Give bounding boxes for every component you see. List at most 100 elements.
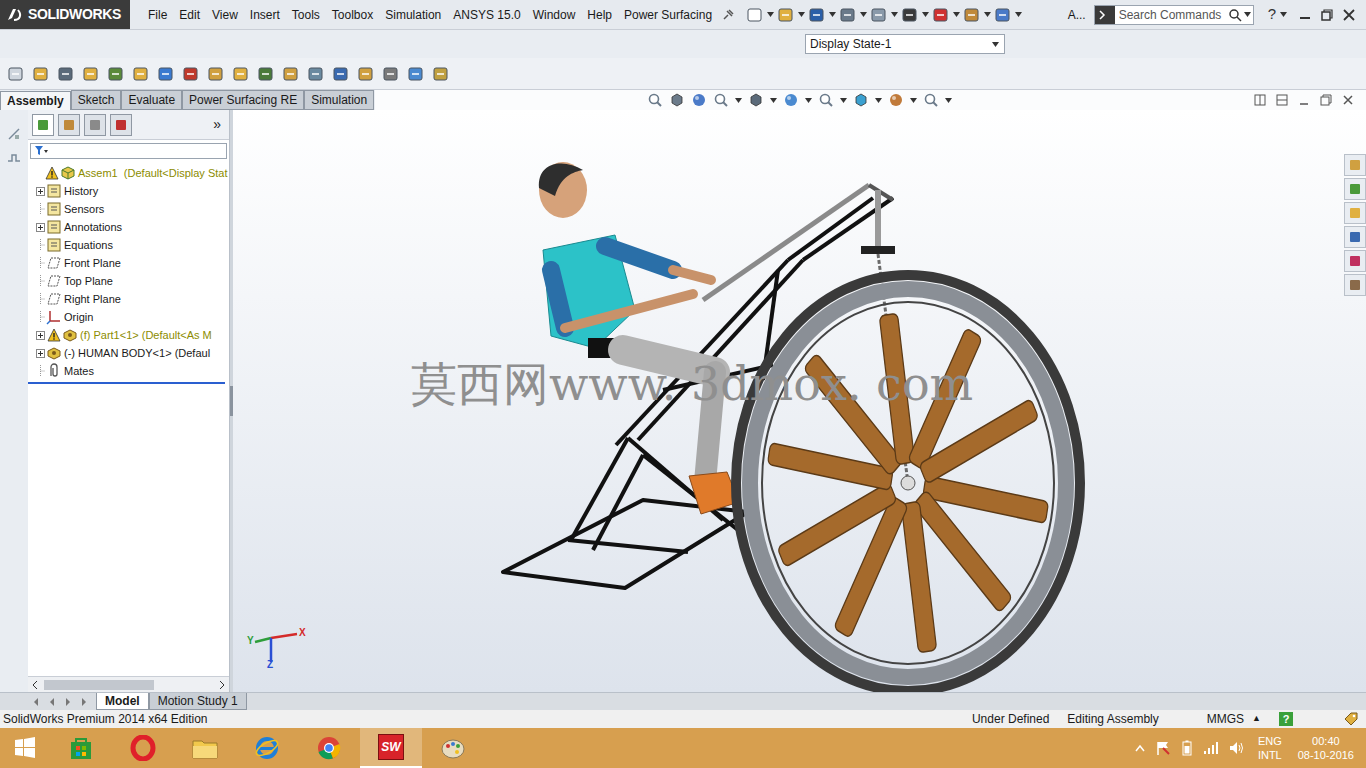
dropdown-arrow-icon[interactable] [1278,12,1288,17]
graphics-area[interactable]: 莫西网www. 3dmox. comYXZ [233,110,1366,692]
menu-item[interactable]: Toolbox [326,6,379,24]
menu-item[interactable]: Power Surfacing [618,6,718,24]
toolbar-icon[interactable] [31,64,51,84]
rollback-bar[interactable] [28,382,225,384]
task-pane-icon[interactable] [1344,274,1366,296]
view-tool-icon[interactable] [783,92,799,108]
menu-item[interactable]: Insert [244,6,286,24]
scroll-thumb[interactable] [44,680,154,690]
toolbar-icon[interactable] [431,64,451,84]
panel-tab-icon[interactable] [32,114,54,136]
search-input[interactable] [1115,6,1227,24]
dropdown-arrow-icon[interactable] [767,12,774,17]
toolbar-icon[interactable] [963,6,981,24]
toolbar-icon[interactable] [331,64,351,84]
close-icon[interactable] [1340,92,1356,108]
toolbar-icon[interactable] [356,64,376,84]
dropdown-arrow-icon[interactable] [860,12,867,17]
close-icon[interactable] [1338,6,1360,24]
view-tool-icon[interactable] [691,92,707,108]
tile-icon[interactable] [1274,92,1290,108]
panel-tab-icon[interactable] [110,114,132,136]
windows-start-icon[interactable] [0,728,50,768]
toolbar-icon[interactable] [81,64,101,84]
task-pane-icon[interactable] [1344,154,1366,176]
rebuild-help-button[interactable]: ? [1279,712,1293,726]
view-tool-icon[interactable] [818,92,834,108]
model-tab[interactable]: Motion Study 1 [149,693,247,710]
dropdown-arrow-icon[interactable] [910,98,917,103]
scroll-left-icon[interactable] [28,678,42,692]
network-icon[interactable] [1202,739,1220,757]
toolbar-icon[interactable] [281,64,301,84]
battery-icon[interactable] [1180,739,1194,757]
toolbar-icon[interactable] [206,64,226,84]
command-tab[interactable]: Assembly [0,91,71,110]
menu-item[interactable]: Tools [286,6,326,24]
signal-icon[interactable] [6,150,22,166]
dropdown-arrow-icon[interactable] [1015,12,1022,17]
view-triad[interactable]: YXZ [247,628,311,672]
opera-icon[interactable] [112,728,174,768]
dropdown-arrow-icon[interactable] [1243,12,1253,17]
view-tool-icon[interactable] [748,92,764,108]
dropdown-arrow-icon[interactable] [891,12,898,17]
tree-item[interactable]: Front Plane [28,254,229,272]
solidworks-taskbar-button[interactable]: SW [360,728,422,768]
sketch-icon[interactable] [6,126,22,142]
search-icon[interactable] [1227,7,1243,23]
dropdown-arrow-icon[interactable] [953,12,960,17]
file-explorer-icon[interactable] [174,728,236,768]
toolbar-icon[interactable] [256,64,276,84]
menu-item[interactable]: Edit [173,6,206,24]
view-tool-icon[interactable] [669,92,685,108]
tab-scroll-icon[interactable] [78,696,90,708]
toolbar-icon[interactable] [901,6,919,24]
tree-item[interactable]: History [28,182,229,200]
panel-tab-icon[interactable] [84,114,106,136]
scroll-right-icon[interactable] [215,678,229,692]
expand-icon[interactable] [34,221,46,233]
tile-icon[interactable] [1252,92,1268,108]
dropdown-arrow-icon[interactable] [805,98,812,103]
expand-icon[interactable] [34,347,46,359]
toolbar-icon[interactable] [181,64,201,84]
help-button[interactable]: ? [1268,3,1276,26]
command-tab[interactable]: Evaluate [121,90,182,110]
menu-item[interactable]: View [206,6,244,24]
dropdown-arrow-icon[interactable] [840,98,847,103]
assembly-model[interactable] [233,110,1366,692]
internet-explorer-icon[interactable] [236,728,298,768]
toolbar-icon[interactable] [156,64,176,84]
view-tool-icon[interactable] [888,92,904,108]
store-icon[interactable] [50,728,112,768]
toolbar-overflow[interactable]: A... [1068,6,1086,24]
model-tab[interactable]: Model [96,693,149,710]
view-tool-icon[interactable] [853,92,869,108]
task-pane-icon[interactable] [1344,250,1366,272]
dropdown-arrow-icon[interactable] [945,98,952,103]
filter-box[interactable] [30,143,227,159]
restore-icon[interactable] [1318,92,1334,108]
toolbar-icon[interactable] [106,64,126,84]
dropdown-arrow-icon[interactable] [875,98,882,103]
expand-icon[interactable] [34,329,46,341]
menu-item[interactable]: Help [581,6,618,24]
paint-icon[interactable] [422,728,484,768]
view-tool-icon[interactable] [923,92,939,108]
tree-item[interactable]: Assem1 (Default<Display Stat [28,164,229,182]
dropdown-arrow-icon[interactable] [735,98,742,103]
toolbar-icon[interactable] [746,6,764,24]
tree-item[interactable]: Annotations [28,218,229,236]
toolbar-icon[interactable] [406,64,426,84]
panel-more-button[interactable]: » [213,114,225,135]
restore-icon[interactable] [1316,6,1338,24]
toolbar-icon[interactable] [306,64,326,84]
tab-scroll-icon[interactable] [62,696,74,708]
dropdown-arrow-icon[interactable] [922,12,929,17]
filter-icon[interactable] [31,144,51,158]
dropdown-arrow-icon[interactable] [798,12,805,17]
toolbar-icon[interactable] [932,6,950,24]
pin-icon[interactable] [720,7,736,23]
menu-item[interactable]: ANSYS 15.0 [447,6,526,24]
